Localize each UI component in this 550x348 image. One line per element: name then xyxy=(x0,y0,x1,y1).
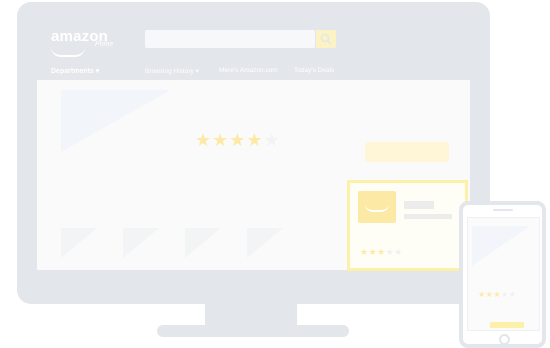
rating-stars: ★★★★★ xyxy=(195,130,281,151)
amazon-smile-icon xyxy=(365,204,389,212)
add-to-cart-button[interactable] xyxy=(365,142,449,162)
nav-todays-deals[interactable]: Today's Deals xyxy=(294,67,334,74)
product-tile[interactable] xyxy=(247,228,283,258)
monitor-stand-base xyxy=(157,325,349,337)
product-card[interactable]: ★★★★★ xyxy=(347,180,468,271)
desktop-monitor: amazon Prime Departments ▾ Browsing Hist… xyxy=(17,2,490,304)
product-rating-empty: ★★ xyxy=(385,247,403,257)
search-input[interactable] xyxy=(145,30,315,48)
phone-hero-banner xyxy=(472,226,530,266)
nav-meres-amazon[interactable]: Mere's Amazon.com xyxy=(219,67,278,74)
monitor-stand-neck xyxy=(205,304,297,326)
amazon-header: amazon Prime Departments ▾ Browsing Hist… xyxy=(37,22,470,80)
mobile-phone: ★★★★★ xyxy=(459,201,546,348)
page-content: ★★★★★ ★★★★★ xyxy=(37,80,470,271)
phone-screen: ★★★★★ xyxy=(467,217,540,331)
phone-rating-stars: ★★★★★ xyxy=(478,290,516,299)
departments-menu[interactable]: Departments ▾ xyxy=(51,67,99,75)
phone-speaker xyxy=(493,209,513,211)
phone-home-button[interactable] xyxy=(499,334,510,345)
product-tile[interactable] xyxy=(123,228,159,258)
prime-label: Prime xyxy=(95,41,114,48)
product-tile[interactable] xyxy=(61,228,97,258)
rating-stars-filled: ★★★★ xyxy=(195,130,264,150)
nav-browsing-history[interactable]: Browsing History ▾ xyxy=(145,67,199,75)
product-thumbnail xyxy=(358,191,396,223)
product-rating-stars: ★★★★★ xyxy=(360,247,403,258)
product-price-placeholder xyxy=(404,214,452,219)
product-rating-filled: ★★★ xyxy=(360,247,386,257)
search-icon xyxy=(320,33,332,45)
hero-banner xyxy=(61,90,171,152)
search-button[interactable] xyxy=(316,30,336,48)
product-title-placeholder xyxy=(404,201,434,209)
amazon-smile-icon xyxy=(51,47,85,57)
product-tile[interactable] xyxy=(185,228,221,258)
phone-rating-filled: ★★★ xyxy=(478,290,502,299)
phone-cta-button[interactable] xyxy=(490,322,524,328)
phone-rating-empty: ★★ xyxy=(501,290,517,299)
rating-stars-empty: ★ xyxy=(263,130,281,150)
